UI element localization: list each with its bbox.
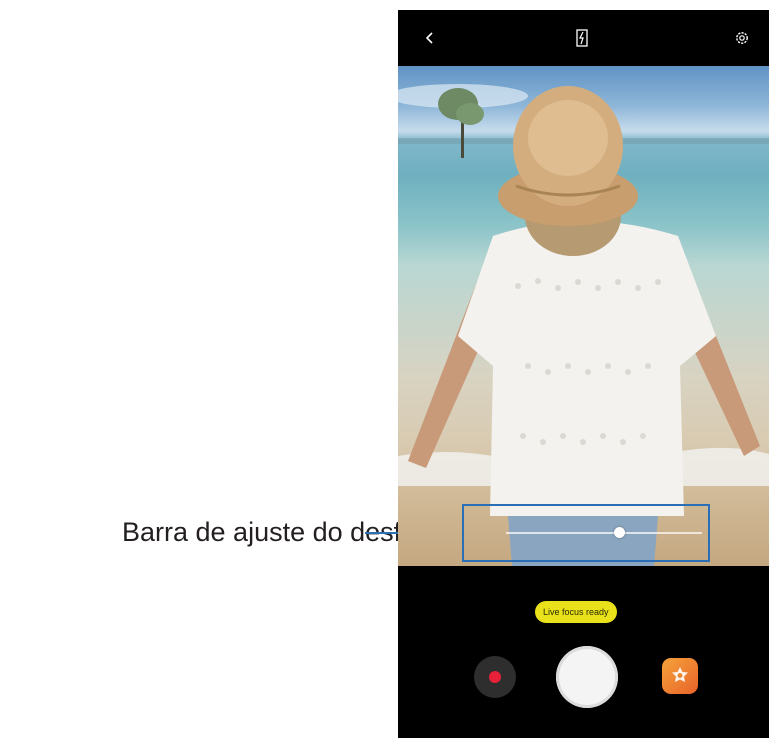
camera-top-bar [398, 10, 769, 66]
phone-screen: Live focus ready [398, 10, 769, 738]
beach-photo [398, 84, 769, 566]
flash-off-icon [576, 29, 588, 47]
back-button[interactable] [416, 24, 444, 52]
camera-viewfinder[interactable] [398, 66, 769, 566]
chevron-left-icon [425, 32, 433, 44]
blur-slider-handle[interactable] [614, 527, 626, 538]
flash-button[interactable] [568, 24, 596, 52]
effects-button[interactable] [662, 658, 698, 694]
gear-icon [736, 32, 748, 44]
manual-page: Barra de ajuste do desfoque Live focus r… [0, 0, 769, 738]
settings-button[interactable] [728, 24, 756, 52]
blur-adjust-bar[interactable] [462, 504, 710, 562]
record-button[interactable] [474, 656, 516, 698]
live-focus-status-badge: Live focus ready [535, 601, 617, 623]
shutter-button[interactable] [556, 646, 618, 708]
sticker-effects-icon [672, 667, 688, 682]
record-icon [489, 671, 501, 683]
blur-slider-track[interactable] [506, 532, 702, 534]
